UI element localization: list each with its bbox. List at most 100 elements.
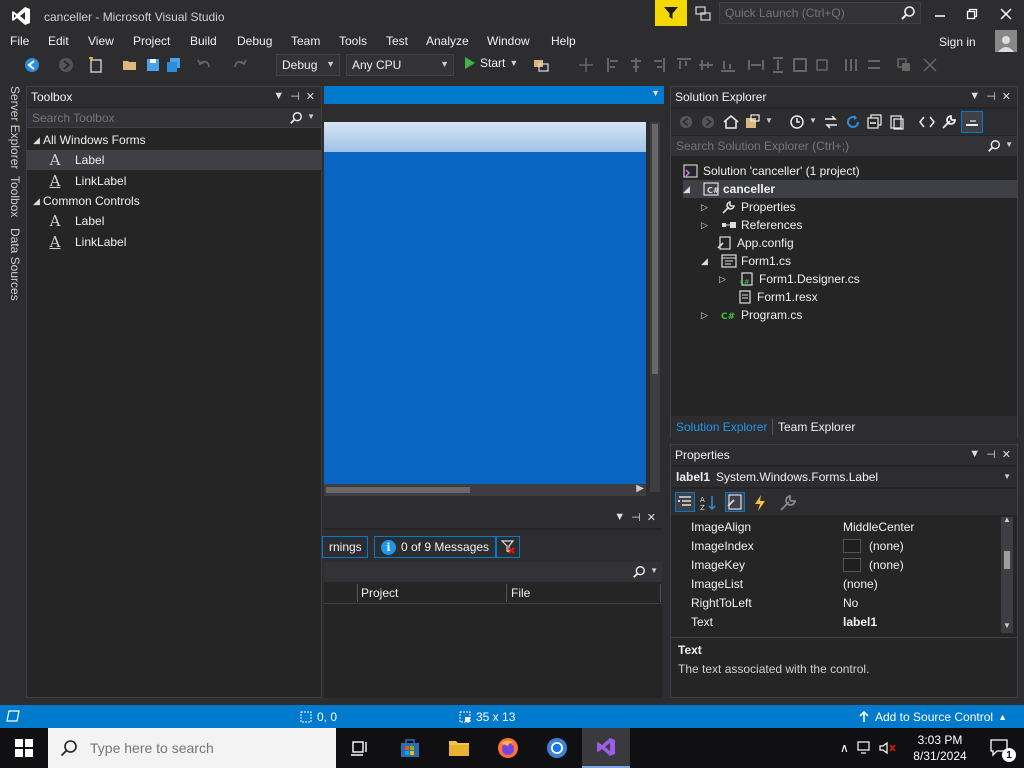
vertical-spacing-icon[interactable] bbox=[866, 57, 882, 73]
property-row[interactable]: ImageKey (none) bbox=[671, 555, 1001, 574]
minimize-button[interactable] bbox=[926, 4, 954, 24]
form-surface[interactable] bbox=[324, 122, 646, 484]
collapse-all-icon[interactable] bbox=[867, 114, 883, 130]
toolbox-item-linklabel[interactable]: A LinkLabel bbox=[27, 232, 321, 252]
clock[interactable]: 3:03 PM 8/31/2024 bbox=[905, 732, 975, 764]
chevron-down-icon[interactable]: ▼ bbox=[651, 88, 660, 98]
back-icon[interactable] bbox=[24, 57, 40, 73]
restore-button[interactable] bbox=[958, 4, 986, 24]
switch-views-icon[interactable] bbox=[745, 114, 761, 130]
solution-explorer-search-input[interactable] bbox=[671, 136, 971, 156]
task-view-button[interactable] bbox=[336, 728, 384, 768]
form-caption-bar[interactable] bbox=[324, 122, 646, 152]
size-to-grid-icon[interactable] bbox=[814, 57, 830, 73]
menu-help[interactable]: Help bbox=[551, 34, 576, 48]
property-row[interactable]: ImageAlign MiddleCenter bbox=[671, 517, 1001, 536]
pin-icon[interactable]: ⊣ bbox=[631, 511, 641, 524]
close-icon[interactable]: ✕ bbox=[647, 511, 656, 524]
notifications-icon[interactable] bbox=[694, 5, 712, 23]
menu-project[interactable]: Project bbox=[133, 34, 170, 48]
menu-file[interactable]: File bbox=[10, 34, 29, 48]
volume-muted-icon[interactable] bbox=[879, 741, 897, 755]
chevron-down-icon[interactable]: ▼ bbox=[1003, 472, 1011, 481]
dropdown-icon[interactable]: ▼ bbox=[969, 90, 980, 103]
property-value[interactable]: (none) bbox=[843, 577, 878, 591]
forward-icon[interactable] bbox=[701, 115, 715, 129]
new-project-icon[interactable] bbox=[88, 57, 104, 73]
align-bottoms-icon[interactable] bbox=[720, 57, 736, 73]
taskbar-app-chrome[interactable] bbox=[533, 728, 581, 768]
expanded-triangle-icon[interactable]: ◢ bbox=[683, 184, 693, 195]
close-icon[interactable]: ✕ bbox=[1002, 448, 1011, 461]
sign-in-link[interactable]: Sign in bbox=[939, 35, 976, 49]
close-icon[interactable]: ✕ bbox=[1002, 90, 1011, 103]
show-all-files-icon[interactable] bbox=[889, 114, 905, 130]
taskbar-app-visual-studio[interactable] bbox=[582, 728, 630, 768]
start-button[interactable] bbox=[0, 728, 48, 768]
dropdown-icon[interactable]: ▼ bbox=[614, 511, 625, 524]
scrollbar-thumb[interactable] bbox=[652, 124, 658, 374]
save-all-icon[interactable] bbox=[166, 57, 182, 73]
column-project[interactable]: Project bbox=[361, 586, 398, 600]
make-same-width-icon[interactable] bbox=[748, 57, 764, 73]
tree-node-solution[interactable]: Solution 'canceller' (1 project) bbox=[683, 162, 860, 180]
pin-icon[interactable]: ⊣ bbox=[986, 448, 996, 461]
events-lightning-icon[interactable] bbox=[751, 494, 769, 512]
scroll-up-icon[interactable]: ▲ bbox=[1003, 515, 1011, 524]
bring-to-front-icon[interactable] bbox=[896, 57, 912, 73]
tree-node-properties[interactable]: ▷ Properties bbox=[701, 198, 796, 216]
property-value-wrapper[interactable]: (none) bbox=[843, 538, 904, 553]
menu-test[interactable]: Test bbox=[386, 34, 408, 48]
alphabetical-icon[interactable]: AZ bbox=[699, 494, 717, 512]
network-icon[interactable] bbox=[857, 741, 873, 755]
align-lefts-icon[interactable] bbox=[606, 57, 622, 73]
menu-debug[interactable]: Debug bbox=[237, 34, 272, 48]
scroll-right-icon[interactable]: ▶ bbox=[636, 483, 644, 494]
property-row[interactable]: ImageIndex (none) bbox=[671, 536, 1001, 555]
quick-launch-input[interactable] bbox=[720, 3, 890, 23]
designer-vertical-scrollbar[interactable] bbox=[650, 122, 660, 492]
expanded-triangle-icon[interactable]: ◢ bbox=[33, 135, 43, 146]
undo-icon[interactable] bbox=[196, 57, 212, 73]
column-file[interactable]: File bbox=[511, 586, 530, 600]
menu-analyze[interactable]: Analyze bbox=[426, 34, 469, 48]
avatar[interactable] bbox=[995, 30, 1017, 52]
menu-view[interactable]: View bbox=[88, 34, 114, 48]
make-same-height-icon[interactable] bbox=[770, 57, 786, 73]
show-hidden-icons-icon[interactable]: ∧ bbox=[840, 741, 849, 755]
tree-node-form1-resx[interactable]: Form1.resx bbox=[737, 288, 818, 306]
expanded-triangle-icon[interactable]: ◢ bbox=[33, 196, 43, 207]
toolbox-group-common-controls[interactable]: ◢ Common Controls bbox=[27, 191, 321, 211]
configuration-dropdown[interactable]: Debug ▼ bbox=[276, 54, 340, 76]
toolbox-search[interactable]: ▼ bbox=[27, 108, 321, 128]
collapsed-triangle-icon[interactable]: ▷ bbox=[719, 274, 729, 285]
browser-link-icon[interactable] bbox=[533, 57, 549, 73]
solution-explorer-search[interactable]: ▼ bbox=[671, 136, 1017, 156]
send-to-back-icon[interactable] bbox=[922, 57, 938, 73]
search-icon[interactable] bbox=[289, 111, 303, 125]
horizontal-spacing-icon[interactable] bbox=[843, 57, 859, 73]
error-list-search[interactable]: ▼ bbox=[324, 562, 662, 582]
tab-solution-explorer[interactable]: Solution Explorer bbox=[676, 420, 767, 434]
forward-icon[interactable] bbox=[58, 57, 74, 73]
action-center-button[interactable]: 1 bbox=[980, 728, 1020, 768]
property-row[interactable]: Text label1 bbox=[671, 612, 1001, 631]
align-rights-icon[interactable] bbox=[650, 57, 666, 73]
tree-node-form1-designer[interactable]: ▷ c# Form1.Designer.cs bbox=[719, 270, 860, 288]
toolbox-item-linklabel[interactable]: A LinkLabel bbox=[27, 171, 321, 191]
property-value[interactable]: MiddleCenter bbox=[843, 520, 914, 534]
align-middles-icon[interactable] bbox=[698, 57, 714, 73]
toolbox-item-label[interactable]: A Label bbox=[27, 211, 321, 231]
column-divider[interactable] bbox=[357, 584, 358, 602]
tree-node-appconfig[interactable]: App.config bbox=[717, 234, 794, 252]
taskbar-app-firefox[interactable] bbox=[484, 728, 532, 768]
chevron-down-icon[interactable]: ▼ bbox=[650, 566, 658, 575]
layout-tool-icon[interactable] bbox=[578, 57, 594, 73]
taskbar-app-store[interactable] bbox=[386, 728, 434, 768]
search-icon[interactable] bbox=[632, 565, 646, 579]
collapsed-triangle-icon[interactable]: ▷ bbox=[701, 202, 711, 213]
sync-with-active-document-icon[interactable] bbox=[823, 114, 839, 130]
collapsed-triangle-icon[interactable]: ▷ bbox=[701, 310, 711, 321]
home-icon[interactable] bbox=[723, 114, 739, 130]
chevron-down-icon[interactable]: ▼ bbox=[809, 116, 817, 125]
